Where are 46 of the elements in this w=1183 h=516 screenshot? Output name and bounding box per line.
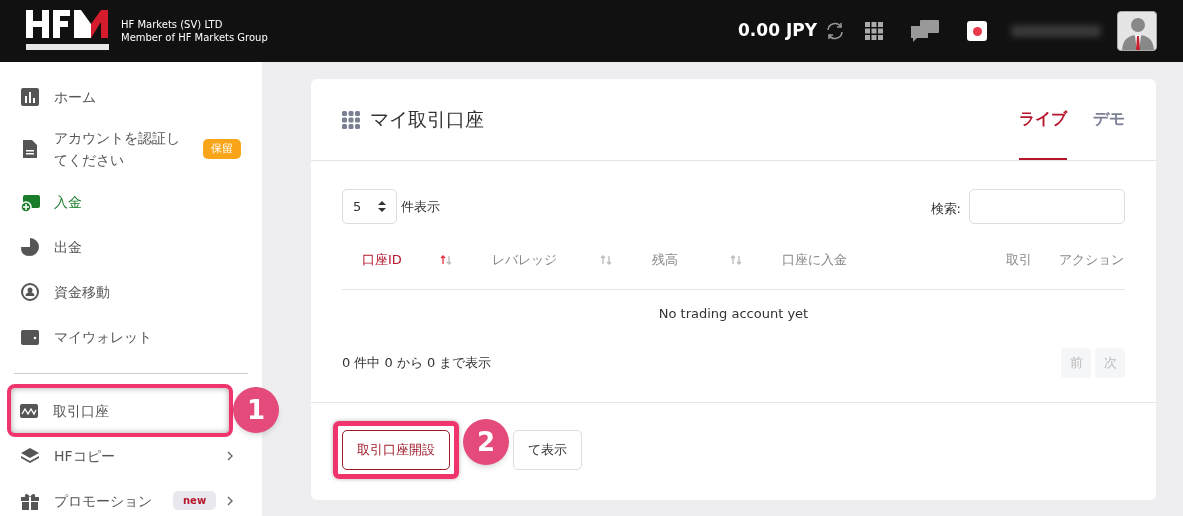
column-header[interactable]: 口座に入金: [762, 249, 922, 270]
sidebar-item[interactable]: HFコピー: [12, 433, 250, 478]
card-title: マイ取引口座: [370, 107, 484, 133]
transfer-icon: [20, 281, 40, 302]
company-name: HF Markets (SV) LTD: [121, 18, 224, 31]
step-number-badge: 1: [233, 387, 279, 433]
step-number-badge: 2: [463, 419, 509, 465]
company-group: Member of HF Markets Group: [121, 31, 268, 44]
grid-icon: [342, 110, 360, 129]
pie-icon: [20, 236, 40, 257]
chat-icon[interactable]: [911, 20, 939, 42]
column-header[interactable]: レバレッジ: [472, 249, 632, 270]
sidebar-item[interactable]: 取引口座: [11, 388, 229, 433]
search-field[interactable]: [969, 189, 1125, 224]
sidebar-item[interactable]: 資金移動: [12, 269, 250, 314]
column-header[interactable]: アクション: [1032, 249, 1124, 270]
document-icon: [20, 139, 40, 159]
sidebar-item[interactable]: ホーム: [12, 74, 250, 119]
apps-grid-icon[interactable]: [865, 22, 883, 40]
account-type-tab[interactable]: ライブ: [1019, 79, 1067, 160]
page-size-select[interactable]: 5: [342, 189, 397, 224]
show-all-button[interactable]: て表示: [513, 430, 582, 470]
flag-icon[interactable]: [967, 21, 987, 41]
refresh-icon[interactable]: [825, 21, 845, 41]
sidebar-item[interactable]: プロモーション new: [12, 478, 250, 516]
table-summary: 0 件中 0 から 0 まで表示: [342, 354, 492, 373]
balance: 0.00 JPY: [738, 19, 817, 43]
open-account-button[interactable]: 取引口座開設: [342, 430, 450, 470]
empty-message: No trading account yet: [657, 305, 810, 323]
logo-icon: [26, 10, 109, 52]
search-label: 検索:: [930, 200, 961, 218]
sidebar-item[interactable]: 出金: [12, 224, 250, 269]
account-type-tab[interactable]: デモ: [1093, 79, 1125, 160]
pending-badge: 保留: [203, 138, 241, 160]
new-tag: new: [173, 491, 217, 510]
sort-arrows-icon: [378, 201, 386, 212]
page-size-label: 件表示: [401, 198, 440, 216]
column-header[interactable]: 口座ID: [342, 249, 472, 270]
sidebar-item[interactable]: マイウォレット: [12, 314, 250, 359]
avatar-icon[interactable]: [1117, 11, 1157, 51]
column-header[interactable]: 残高: [632, 249, 762, 270]
chart-icon: [20, 86, 40, 107]
column-header[interactable]: 取引: [922, 249, 1032, 270]
sidebar-item[interactable]: 入金: [12, 179, 250, 224]
layers-icon: [20, 445, 40, 466]
sidebar-item[interactable]: アカウントを認証してください 保留: [12, 119, 250, 179]
